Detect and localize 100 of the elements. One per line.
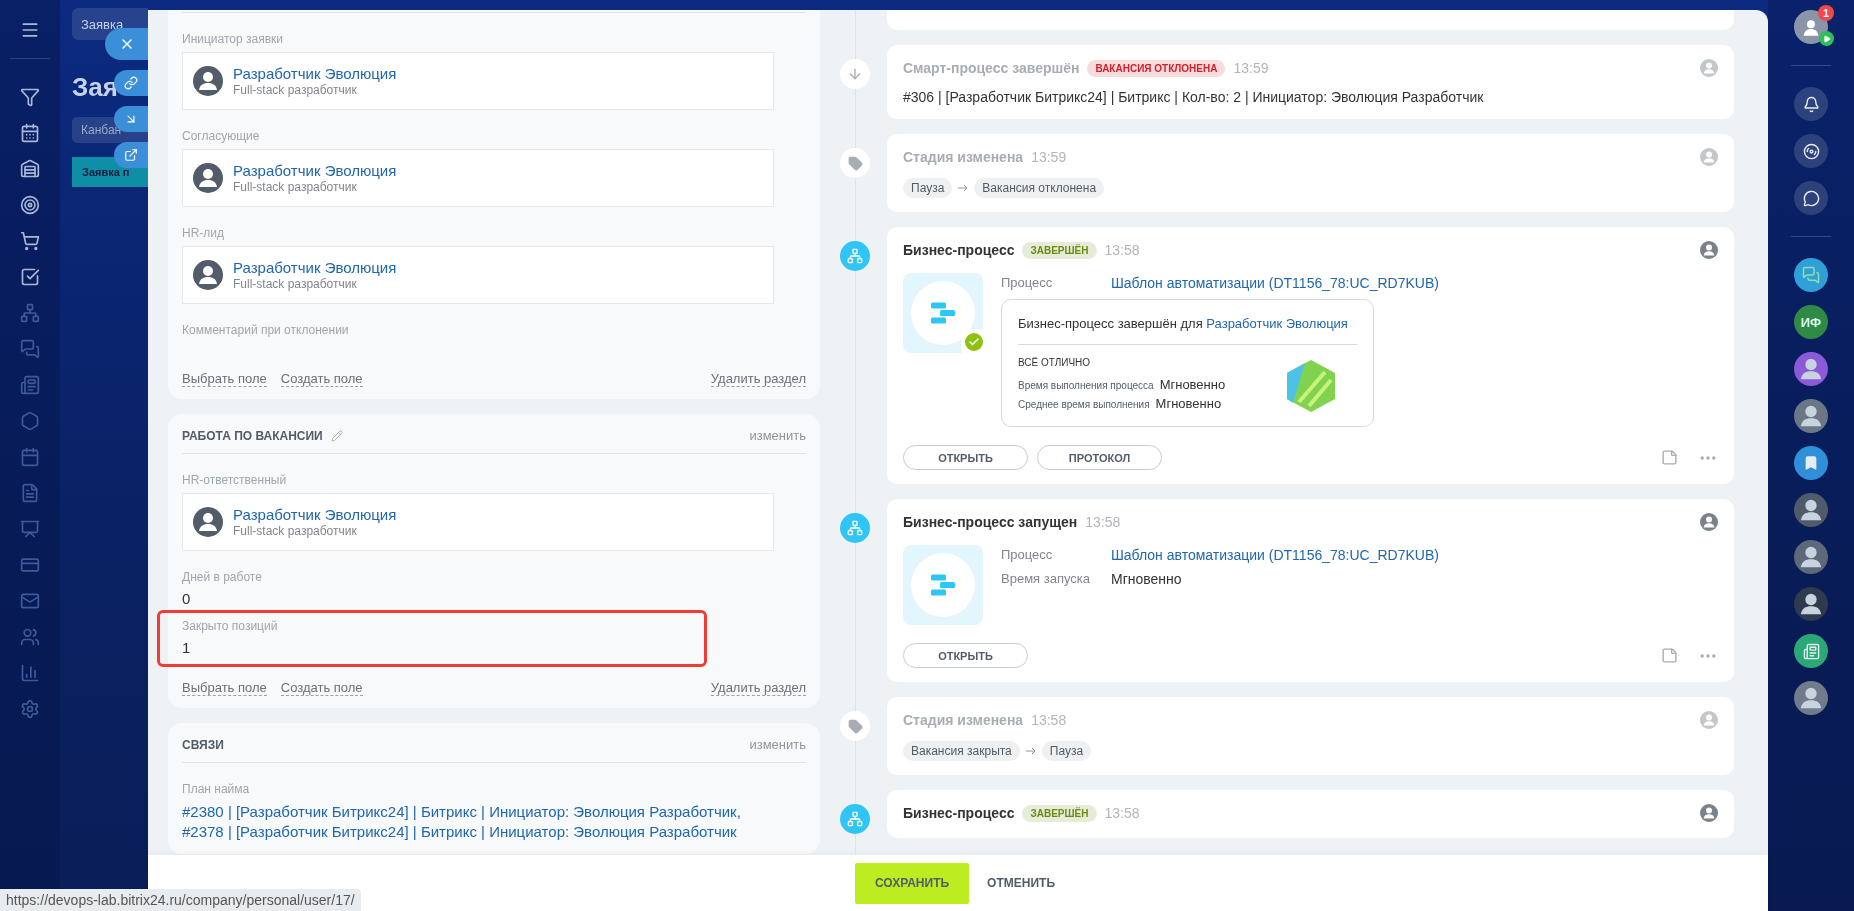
bookmark-icon[interactable] bbox=[1794, 446, 1828, 480]
field-label: Инициатор заявки bbox=[182, 32, 284, 46]
nav-icon[interactable] bbox=[20, 87, 40, 107]
user-link[interactable]: Разработчик Эволюция bbox=[1206, 316, 1348, 331]
create-field-link[interactable]: Создать поле bbox=[280, 371, 363, 387]
menu-icon[interactable] bbox=[20, 20, 40, 40]
event-time: 13:59 bbox=[1233, 60, 1269, 76]
contact-avatar[interactable] bbox=[1794, 493, 1828, 527]
arrow-right-icon bbox=[1025, 747, 1036, 755]
chat-bubble-icon[interactable] bbox=[1794, 181, 1828, 215]
row-value: Мгновенно bbox=[1111, 571, 1183, 587]
field-label: HR-ответственный bbox=[182, 473, 288, 487]
save-button[interactable]: СОХРАНИТЬ bbox=[855, 862, 970, 904]
edit-link[interactable]: изменить bbox=[749, 737, 806, 752]
avatar-icon bbox=[193, 163, 223, 193]
nav-icon[interactable] bbox=[20, 123, 40, 143]
event-time: 13:58 bbox=[1031, 712, 1067, 728]
settings-icon[interactable] bbox=[20, 699, 40, 719]
delete-section-link[interactable]: Удалить раздел bbox=[710, 371, 806, 387]
user-position: Full-stack разработчик bbox=[233, 180, 358, 194]
cancel-button[interactable]: ОТМЕНИТЬ bbox=[981, 862, 1061, 904]
author-icon[interactable] bbox=[1700, 241, 1718, 259]
select-field-link[interactable]: Выбрать поле bbox=[182, 680, 267, 696]
bell-icon[interactable] bbox=[1794, 87, 1828, 121]
select-field-link[interactable]: Выбрать поле bbox=[182, 371, 267, 387]
author-icon[interactable] bbox=[1700, 804, 1718, 822]
event-title: Стадия изменена bbox=[903, 712, 1024, 728]
event-title: Бизнес-процесс bbox=[903, 805, 1015, 821]
status-badge: ЗАВЕРШЁН bbox=[1022, 241, 1097, 259]
stage-chip: Пауза bbox=[903, 178, 953, 198]
field-label: Дней в работе bbox=[182, 570, 263, 584]
nav-icon[interactable] bbox=[20, 231, 40, 251]
close-button[interactable] bbox=[105, 28, 148, 60]
contact-avatar[interactable] bbox=[1794, 587, 1828, 621]
link-button[interactable] bbox=[114, 70, 148, 96]
user-link[interactable]: Разработчик Эволюция bbox=[233, 506, 397, 523]
field-value: 0 bbox=[182, 590, 192, 607]
stage-chip: Пауза bbox=[1041, 741, 1092, 761]
row-label: Время запуска bbox=[1001, 571, 1091, 587]
event-time: 13:58 bbox=[1104, 242, 1140, 258]
result-message: Бизнес-процесс завершён для Разработчик Эволюция bbox=[1018, 314, 1357, 345]
stat-label: Среднее время выполнения bbox=[1018, 398, 1150, 412]
hexagon-logo-icon bbox=[1285, 357, 1337, 414]
stage-chip: Вакансия отклонена bbox=[974, 178, 1105, 198]
create-field-link[interactable]: Создать поле bbox=[280, 680, 363, 696]
flow-icon bbox=[847, 811, 863, 827]
user-icon bbox=[1801, 17, 1821, 37]
page-title: Зая bbox=[72, 72, 118, 103]
arrow-down-icon bbox=[847, 66, 863, 82]
author-icon[interactable] bbox=[1700, 513, 1718, 531]
contact-avatar[interactable] bbox=[1794, 540, 1828, 574]
edit-link[interactable]: изменить bbox=[749, 428, 806, 443]
row-label: Процесс bbox=[1001, 547, 1054, 563]
action-button[interactable]: ОТКРЫТЬ bbox=[903, 643, 1028, 668]
contact-avatar[interactable] bbox=[1794, 681, 1828, 715]
process-link[interactable]: Шаблон автоматизации (DT1156_78:UC_RD7KUB) bbox=[1111, 275, 1439, 291]
play-icon bbox=[1819, 31, 1834, 46]
action-button[interactable]: ОТКРЫТЬ bbox=[903, 445, 1028, 470]
nav-icon[interactable] bbox=[20, 195, 40, 215]
stat-value: Мгновенно bbox=[1159, 376, 1226, 394]
event-title: Бизнес-процесс запущен bbox=[903, 514, 1078, 530]
plan-link[interactable]: #2380 | [Разработчик Битрикс24] | Битрикс | Инициатор: Эволюция Разработчик, bbox=[182, 802, 806, 822]
user-position: Full-stack разработчик bbox=[233, 524, 358, 538]
status-badge: ВАКАНСИЯ ОТКЛОНЕНА bbox=[1087, 59, 1226, 77]
status-url: https://devops-lab.bitrix24.ru/company/personal/user/17/ bbox=[0, 889, 361, 911]
stat-value: Мгновенно bbox=[1155, 395, 1222, 413]
tag-icon bbox=[847, 718, 863, 734]
event-time: 13:58 bbox=[1085, 514, 1121, 530]
user-link[interactable]: Разработчик Эволюция bbox=[233, 162, 397, 179]
user-position: Full-stack разработчик bbox=[233, 277, 358, 291]
field-label: Согласующие bbox=[182, 129, 261, 143]
field-value: 1 bbox=[182, 639, 192, 656]
chat-icon[interactable] bbox=[1794, 258, 1828, 292]
process-link[interactable]: Шаблон автоматизации (DT1156_78:UC_RD7KUB) bbox=[1111, 547, 1439, 563]
avatar-icon bbox=[193, 260, 223, 290]
user-link[interactable]: Разработчик Эволюция bbox=[233, 259, 397, 276]
check-icon bbox=[965, 333, 983, 351]
row-label: Процесс bbox=[1001, 275, 1054, 291]
nav-icon[interactable] bbox=[20, 267, 40, 287]
new-window-button[interactable] bbox=[114, 142, 148, 168]
section-title: СВЯЗИ bbox=[182, 737, 224, 752]
event-title: Стадия изменена bbox=[903, 149, 1024, 165]
field-label: План найма bbox=[182, 782, 251, 796]
plan-link[interactable]: #2378 | [Разработчик Битрикс24] | Битрикс | Инициатор: Эволюция Разработчик bbox=[182, 822, 806, 842]
event-time: 13:59 bbox=[1031, 149, 1067, 165]
action-button[interactable]: ПРОТОКОЛ bbox=[1037, 445, 1162, 470]
user-link[interactable]: Разработчик Эволюция bbox=[233, 65, 397, 82]
disc-icon[interactable] bbox=[1794, 134, 1828, 168]
event-text: #306 | [Разработчик Битрикс24] | Битрикс | Кол-во: 2 | Инициатор: Эволюция Разработчик bbox=[903, 89, 1485, 105]
document-icon[interactable] bbox=[1794, 634, 1828, 668]
nav-icon[interactable] bbox=[20, 159, 40, 179]
contact-avatar[interactable] bbox=[1794, 399, 1828, 433]
flow-icon bbox=[847, 520, 863, 536]
arrow-right-icon bbox=[958, 184, 969, 192]
stage-chip: Вакансия закрыта bbox=[903, 741, 1020, 761]
avatar-icon bbox=[193, 66, 223, 96]
event-title: Смарт-процесс завершён bbox=[903, 60, 1080, 76]
contact-avatar[interactable]: ИФ bbox=[1794, 305, 1828, 339]
contact-avatar[interactable] bbox=[1794, 352, 1828, 386]
delete-section-link[interactable]: Удалить раздел bbox=[710, 680, 806, 696]
